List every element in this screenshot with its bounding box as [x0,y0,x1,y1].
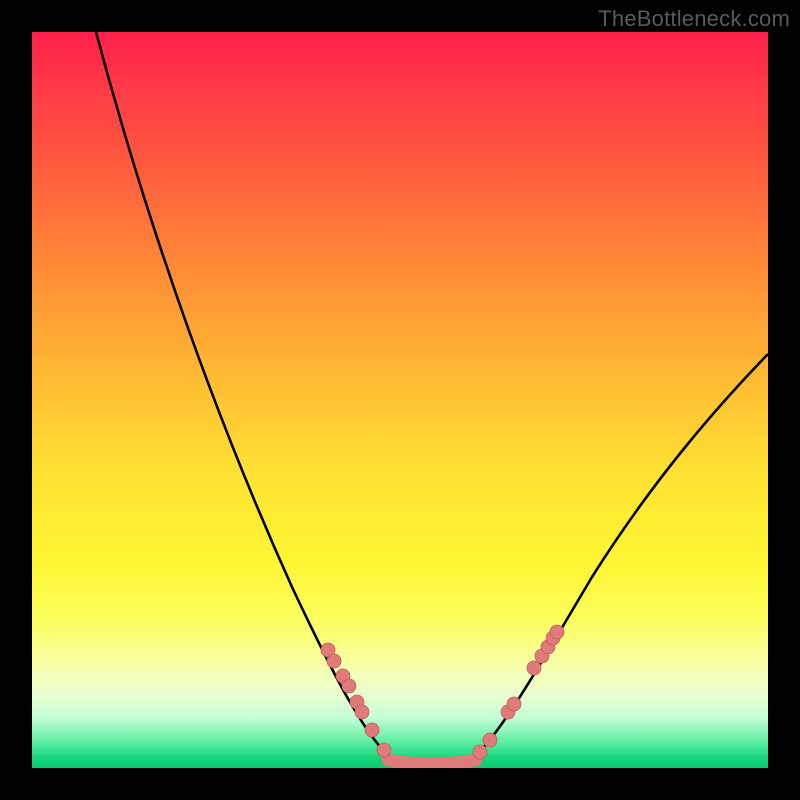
plot-area [32,32,768,768]
curve-svg [32,32,768,768]
bottleneck-curve [96,32,768,766]
watermark-text: TheBottleneck.com [598,6,790,32]
dots-right [473,625,564,759]
chart-stage: TheBottleneck.com [0,0,800,800]
valley-floor-marker [388,760,476,764]
dots-left [321,643,391,757]
